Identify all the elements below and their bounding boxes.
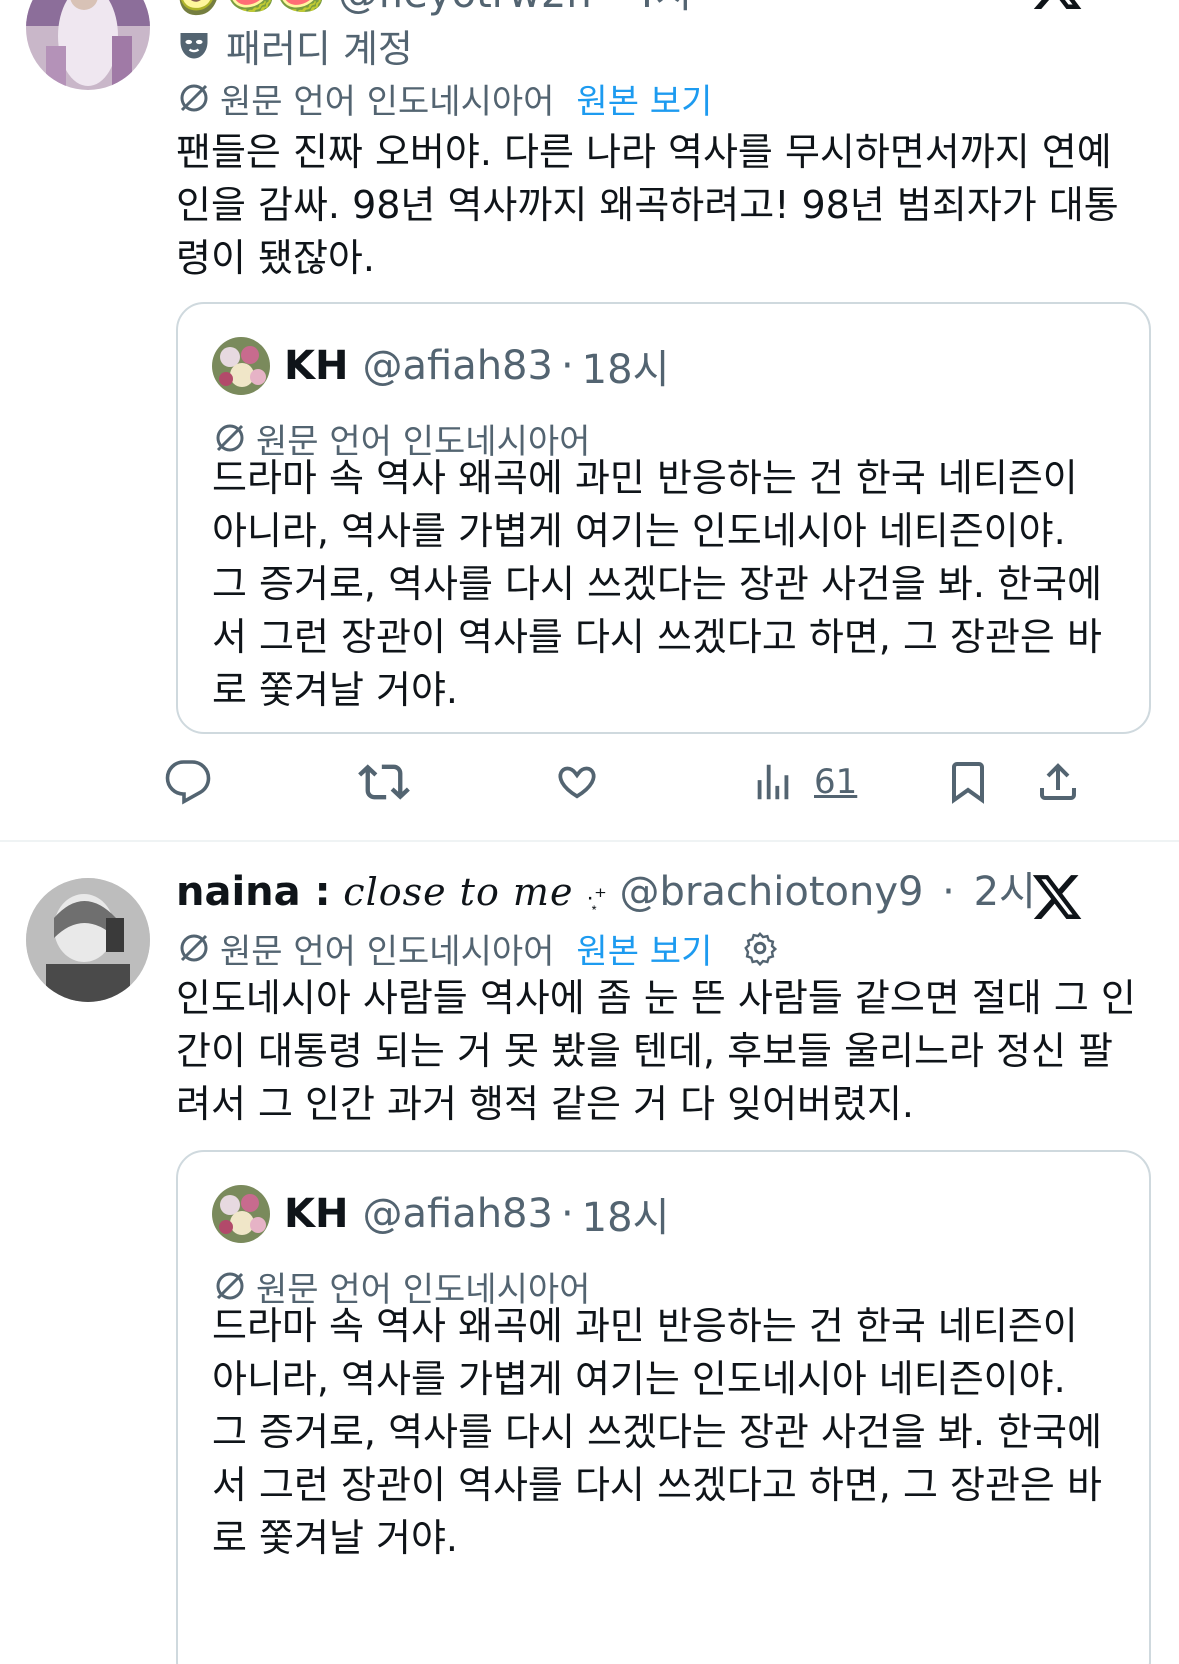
display-name-emoji: ·͙⁺ xyxy=(586,883,607,911)
translate-icon xyxy=(180,934,208,962)
parody-label: 패러디 계정 xyxy=(176,20,413,71)
like-button[interactable] xyxy=(552,752,602,812)
views-count[interactable]: 61 xyxy=(814,762,857,802)
header-text: 🥑🍉🍉 @fieyotrw2n · 4시 xyxy=(176,0,692,17)
tweet-1[interactable]: 🥑🍉🍉 @fieyotrw2n · 4시 패러디 계정 원문 언어 인도네시아어… xyxy=(0,0,1179,840)
heart-icon xyxy=(558,766,596,799)
tweet-actions: 61 xyxy=(165,752,1126,812)
views-icon xyxy=(757,764,789,800)
translate-icon xyxy=(216,424,244,452)
quote-header: KH @afiah83 · 18시 xyxy=(212,1185,670,1243)
quote-avatar[interactable] xyxy=(212,1185,270,1243)
translation-notice: 원문 언어 인도네시아어 원본 보기 xyxy=(176,924,786,973)
separator-dot: · xyxy=(560,1191,574,1237)
timestamp[interactable]: 2시 xyxy=(974,869,1036,915)
quote-body: 드라마 속 역사 왜곡에 과민 반응하는 건 한국 네티즌이 아니라, 역사를 … xyxy=(212,1304,1102,1560)
quote-display-name[interactable]: KH xyxy=(284,1191,348,1237)
quote-handle[interactable]: @afiah83 xyxy=(362,1191,552,1237)
retweet-button[interactable] xyxy=(358,752,410,812)
translated-label: 원문 언어 인도네시아어 xyxy=(220,931,555,972)
bookmark-button[interactable] xyxy=(944,752,992,812)
gear-icon xyxy=(744,931,778,966)
quote-timestamp[interactable]: 18시 xyxy=(582,1185,670,1243)
display-name[interactable]: naina : xyxy=(176,869,331,915)
show-original-link[interactable]: 원본 보기 xyxy=(576,74,712,123)
reply-button[interactable] xyxy=(164,752,212,812)
translated-label: 원문 언어 인도네시아어 xyxy=(220,81,555,122)
quote-handle[interactable]: @afiah83 xyxy=(362,343,552,389)
parody-text: 패러디 계정 xyxy=(226,26,413,71)
quote-display-name[interactable]: KH xyxy=(284,343,348,389)
x-logo-icon[interactable] xyxy=(1030,0,1084,14)
share-button[interactable] xyxy=(1034,752,1082,812)
x-logo-icon[interactable] xyxy=(1030,870,1084,924)
share-icon xyxy=(1040,763,1076,800)
translate-icon xyxy=(180,84,208,112)
separator-dot: · xyxy=(560,343,574,389)
quoted-tweet[interactable]: KH @afiah83 · 18시 원문 언어 인도네시아어 드라마 속 역사 … xyxy=(176,302,1151,734)
tweet-body: 인도네시아 사람들 역사에 좀 눈 뜬 사람들 같으면 절대 그 인간이 대통령… xyxy=(176,976,1136,1126)
avatar[interactable] xyxy=(26,0,150,90)
quoted-tweet[interactable]: KH @afiah83 · 18시 원문 언어 인도네시아어 드라마 속 역사 … xyxy=(176,1150,1151,1664)
bookmark-icon xyxy=(952,762,984,804)
display-name-script[interactable]: close to me xyxy=(343,870,573,914)
views-button[interactable]: 61 xyxy=(750,752,857,812)
translation-settings-button[interactable] xyxy=(742,930,786,966)
tweet-header: naina : close to me ·͙⁺ @brachiotony9 · … xyxy=(176,868,1036,921)
tweet-body: 팬들은 진짜 오버야. 다른 나라 역사를 무시하면서까지 연예인을 감싸. 9… xyxy=(176,130,1119,280)
avatar[interactable] xyxy=(26,878,150,1002)
user-handle[interactable]: @brachiotony9 xyxy=(620,869,924,915)
translate-icon xyxy=(216,1272,244,1300)
quote-avatar[interactable] xyxy=(212,337,270,395)
quote-body: 드라마 속 역사 왜곡에 과민 반응하는 건 한국 네티즌이 아니라, 역사를 … xyxy=(212,456,1102,712)
retweet-icon xyxy=(358,764,410,800)
reply-icon xyxy=(165,760,211,805)
tweet-2[interactable]: naina : close to me ·͙⁺ @brachiotony9 · … xyxy=(0,842,1179,1664)
mask-icon xyxy=(180,33,208,59)
quote-timestamp[interactable]: 18시 xyxy=(582,337,670,395)
quote-header: KH @afiah83 · 18시 xyxy=(212,337,670,395)
show-original-link[interactable]: 원본 보기 xyxy=(576,924,712,973)
translation-notice: 원문 언어 인도네시아어 원본 보기 xyxy=(176,74,712,123)
separator-dot: · xyxy=(942,869,955,915)
tweet-header-partial: 🥑🍉🍉 @fieyotrw2n · 4시 xyxy=(176,0,692,18)
